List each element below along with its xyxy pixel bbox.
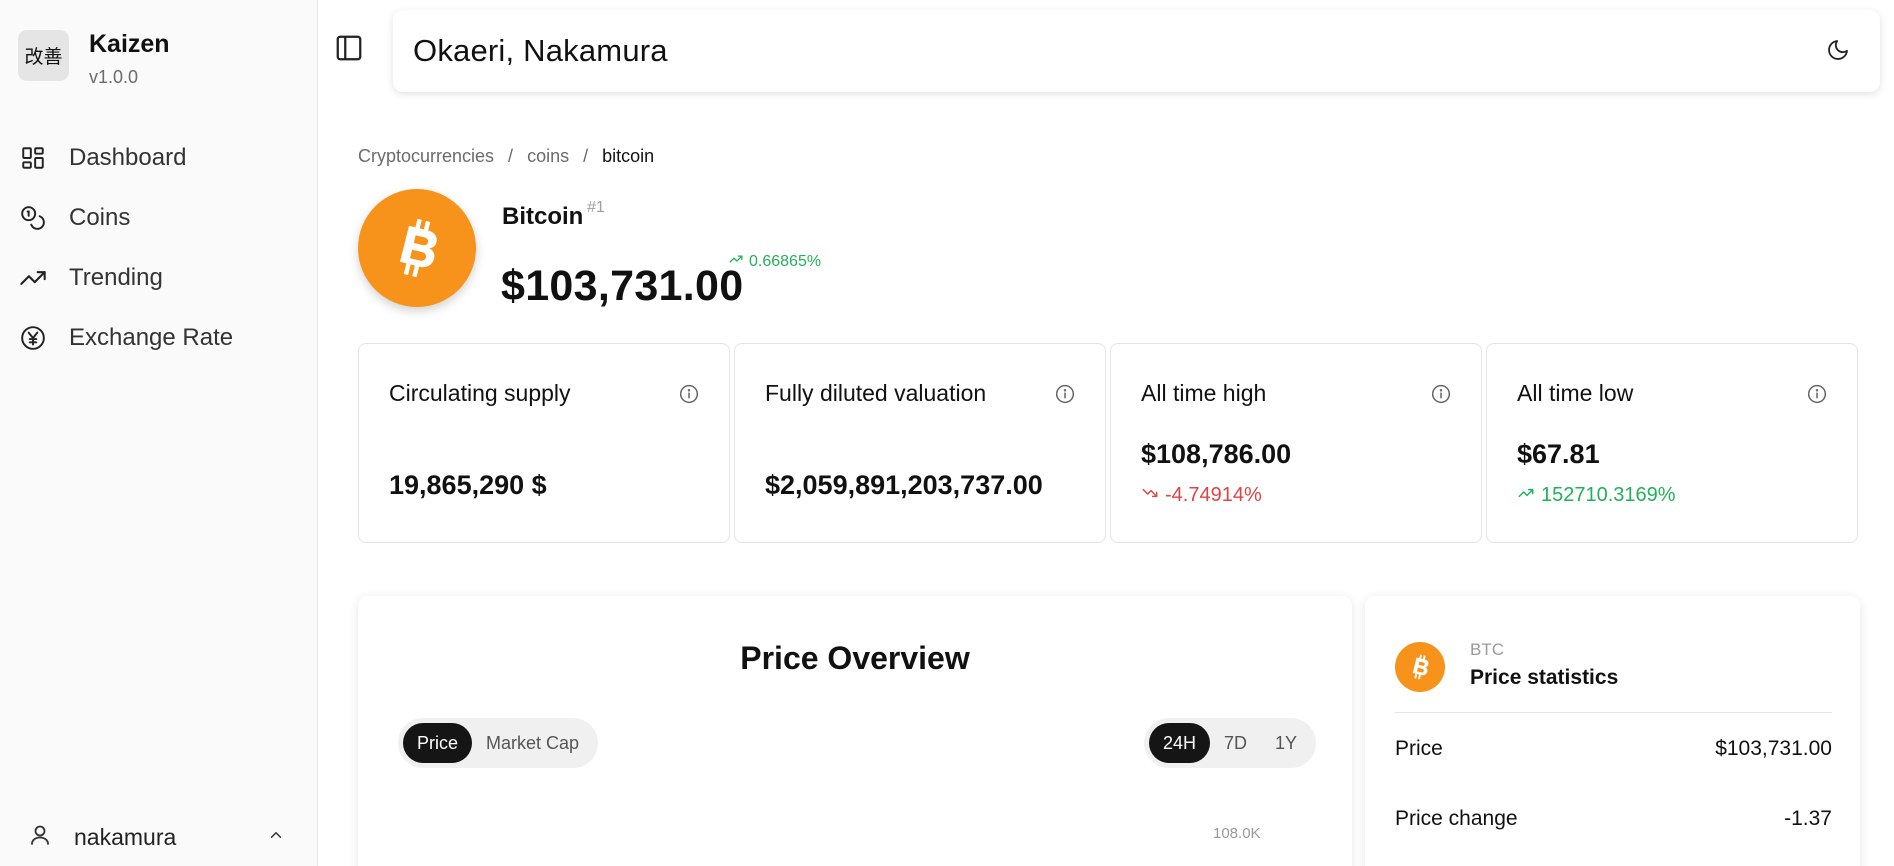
tab-1y[interactable]: 1Y (1261, 723, 1311, 763)
stat-card-circulating-supply: Circulating supply 19,865,290 $ (358, 343, 730, 543)
stat-delta: 152710.3169% (1517, 484, 1676, 507)
coin-change-value: 0.66865% (749, 252, 822, 270)
sidebar-item-label: Exchange Rate (69, 323, 234, 351)
coin-symbol: BTC (1470, 640, 1504, 659)
price-overview-title: Price Overview (740, 640, 970, 676)
stat-row-label: Price (1395, 737, 1443, 760)
coin-change: 0.66865% (727, 252, 821, 271)
breadcrumb-coins[interactable]: coins (527, 146, 569, 167)
bitcoin-logo-icon (1395, 642, 1445, 692)
stat-title: Fully diluted valuation (765, 380, 987, 406)
stat-card-all-time-low: All time low $67.81 152710.3169% (1486, 343, 1858, 543)
stat-row-price: Price $103,731.00 (1395, 737, 1832, 761)
sidebar-item-trending[interactable]: Trending (0, 248, 317, 308)
stat-delta-value: 152710.3169% (1541, 484, 1676, 506)
tab-market-cap[interactable]: Market Cap (472, 723, 593, 763)
tab-7d[interactable]: 7D (1210, 723, 1261, 763)
sidebar-nav: Dashboard Coins Trending Exchange Rate (0, 128, 317, 368)
yen-circle-icon (19, 324, 47, 352)
panel-left-icon[interactable] (334, 33, 364, 63)
sidebar-item-label: Trending (69, 263, 163, 291)
greeting-title: Okaeri, Nakamura (413, 33, 668, 68)
breadcrumb: Cryptocurrencies / coins / bitcoin (358, 146, 654, 167)
user-icon (28, 823, 52, 852)
brand-logo: 改善 (18, 30, 69, 81)
breadcrumb-cryptocurrencies[interactable]: Cryptocurrencies (358, 146, 494, 167)
sidebar-item-label: Coins (69, 203, 131, 231)
coin-name: Bitcoin (502, 203, 584, 230)
chevron-up-icon (267, 826, 285, 849)
stat-value: $2,059,891,203,737.00 (765, 470, 1043, 500)
range-toggle: 24H 7D 1Y (1144, 718, 1317, 768)
price-statistics-panel: BTC Price statistics Price $103,731.00 P… (1365, 596, 1860, 866)
coin-price: $103,731.00 (501, 262, 744, 310)
sidebar-item-dashboard[interactable]: Dashboard (0, 128, 317, 188)
coins-icon (19, 204, 47, 232)
tab-24h[interactable]: 24H (1149, 723, 1211, 763)
stat-row-label: Price change (1395, 807, 1518, 830)
bitcoin-logo-icon (358, 189, 476, 307)
sidebar-item-exchange-rate[interactable]: Exchange Rate (0, 308, 317, 368)
main-content: Okaeri, Nakamura Cryptocurrencies / coin… (318, 0, 1894, 866)
stat-title: All time high (1141, 380, 1267, 406)
divider (1395, 712, 1832, 713)
price-statistics-title: Price statistics (1470, 666, 1619, 689)
info-icon[interactable] (1807, 384, 1827, 404)
stat-row-value: $103,731.00 (1715, 737, 1832, 760)
moon-icon[interactable] (1826, 38, 1852, 64)
stat-title: Circulating supply (389, 380, 571, 406)
info-icon[interactable] (1431, 384, 1451, 404)
trending-up-icon (1517, 484, 1541, 507)
brand-name: Kaizen (89, 30, 170, 58)
stat-delta-value: -4.74914% (1165, 484, 1262, 506)
info-icon[interactable] (679, 384, 699, 404)
price-overview-card: Price Overview Price Market Cap 24H 7D 1… (358, 596, 1352, 866)
brand[interactable]: 改善 Kaizen v1.0.0 (0, 0, 317, 88)
breadcrumb-current: bitcoin (602, 146, 655, 166)
sidebar-item-label: Dashboard (69, 143, 187, 171)
dashboard-grid-icon (19, 144, 47, 172)
user-menu[interactable]: nakamura (0, 808, 317, 866)
top-bar: Okaeri, Nakamura (393, 10, 1880, 92)
stat-value: $108,786.00 (1141, 439, 1292, 469)
chart-axis-tick: 108.0K (1213, 825, 1261, 842)
breadcrumb-separator: / (583, 146, 589, 166)
stat-value: $67.81 (1517, 439, 1600, 469)
stat-value: 19,865,290 $ (389, 470, 547, 500)
info-icon[interactable] (1055, 384, 1075, 404)
trending-up-icon (727, 252, 749, 271)
brand-text: Kaizen v1.0.0 (89, 30, 170, 88)
stat-row-value: -1.37 (1784, 807, 1832, 830)
app-version: v1.0.0 (89, 66, 139, 87)
app-root: 改善 Kaizen v1.0.0 Dashboard Coins Trendin… (0, 0, 1894, 866)
trending-down-icon (1141, 484, 1165, 507)
user-name: nakamura (74, 823, 177, 850)
tab-price[interactable]: Price (403, 723, 473, 763)
stat-row-price-change: Price change -1.37 (1395, 807, 1832, 831)
breadcrumb-separator: / (508, 146, 514, 166)
stat-card-all-time-high: All time high $108,786.00 -4.74914% (1110, 343, 1482, 543)
stat-title: All time low (1517, 380, 1634, 406)
sidebar: 改善 Kaizen v1.0.0 Dashboard Coins Trendin… (0, 0, 318, 866)
stat-card-fully-diluted-valuation: Fully diluted valuation $2,059,891,203,7… (734, 343, 1106, 543)
stat-delta: -4.74914% (1141, 484, 1262, 507)
metric-toggle: Price Market Cap (398, 718, 599, 768)
trending-up-icon (19, 264, 47, 292)
sidebar-item-coins[interactable]: Coins (0, 188, 317, 248)
coin-rank: #1 (587, 199, 605, 216)
